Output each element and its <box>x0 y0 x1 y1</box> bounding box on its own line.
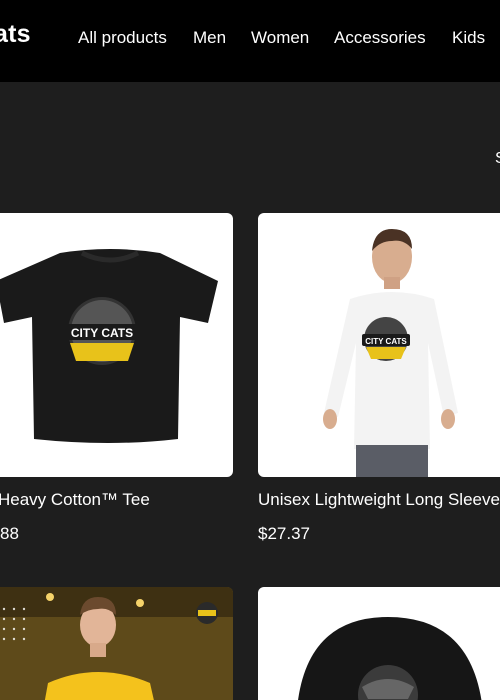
gym-photo-illustration <box>0 587 233 700</box>
product-image-beanie[interactable] <box>258 587 500 700</box>
nav-women[interactable]: Women <box>251 28 309 48</box>
model-illustration: CITY CATS <box>323 229 458 477</box>
nav-men[interactable]: Men <box>193 28 226 48</box>
product-title[interactable]: Heavy Cotton™ Tee <box>0 490 150 510</box>
product-title[interactable]: Unisex Lightweight Long Sleeve T <box>258 490 500 510</box>
product-price: $27.37 <box>258 524 310 543</box>
beanie-illustration <box>298 617 482 700</box>
nav-kids[interactable]: Kids <box>452 28 485 48</box>
nav-all-products[interactable]: All products <box>78 28 167 48</box>
product-image-long-sleeve[interactable]: CITY CATS <box>258 213 500 477</box>
brand-logo-text[interactable]: ats <box>0 20 31 49</box>
page: ats All products Men Women Accessories K… <box>0 0 500 700</box>
sort-label-clipped[interactable]: S <box>495 150 500 168</box>
tshirt-illustration: CITY CATS <box>0 249 218 443</box>
product-price: 88 <box>0 524 19 543</box>
logo-text: CITY CATS <box>365 337 407 346</box>
product-image-yellow-tee[interactable] <box>0 587 233 700</box>
site-header: ats All products Men Women Accessories K… <box>0 0 500 82</box>
nav-accessories[interactable]: Accessories <box>334 28 426 48</box>
product-image-kids-tee[interactable]: CITY CATS <box>0 213 233 477</box>
logo-text: CITY CATS <box>71 326 133 340</box>
